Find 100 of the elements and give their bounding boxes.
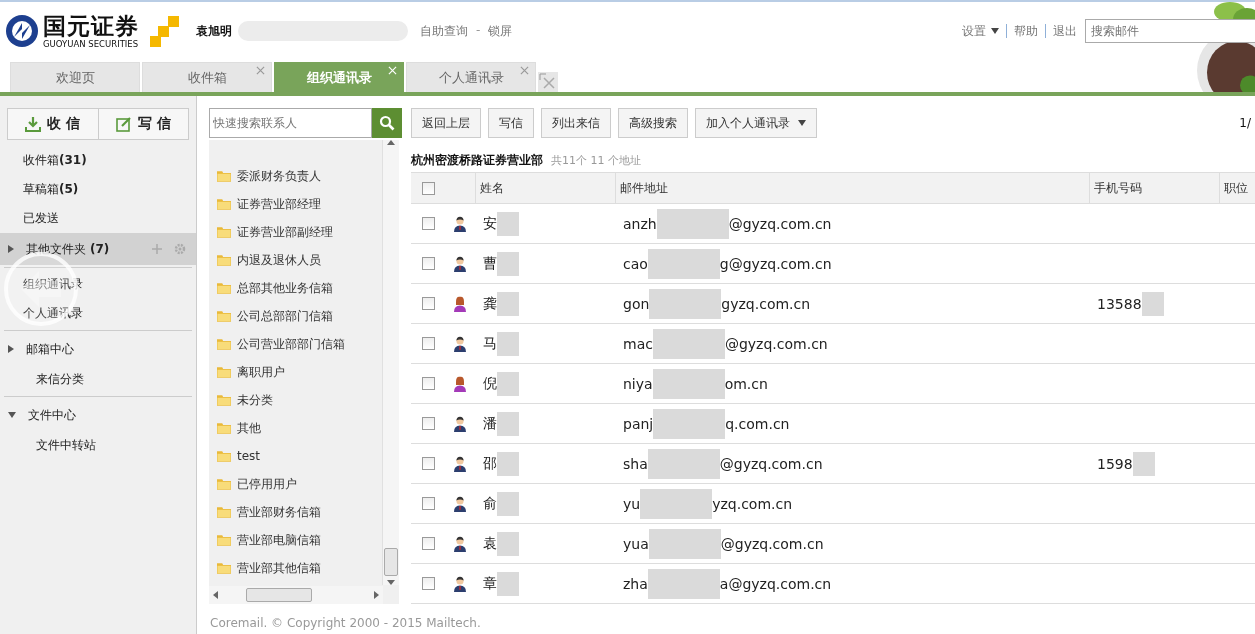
user-name: 袁旭明	[196, 22, 232, 40]
row-checkbox[interactable]	[421, 297, 435, 310]
tree-item[interactable]: 已停用用户	[237, 475, 297, 493]
scroll-left-icon[interactable]	[213, 591, 218, 599]
column-header[interactable]: 邮件地址	[615, 173, 1089, 203]
page-counter: 1/	[1239, 116, 1251, 130]
folder-group[interactable]: 文件中心	[0, 399, 196, 431]
row-checkbox[interactable]	[421, 217, 435, 230]
column-header[interactable]: 职位	[1219, 173, 1255, 203]
contact-name: 俞	[483, 494, 497, 513]
search-field[interactable]: 搜索邮件	[1085, 19, 1255, 43]
toolbar-button[interactable]: 加入个人通讯录	[695, 108, 817, 138]
tree-item[interactable]: 证券营业部副经理	[237, 223, 333, 241]
add-icon[interactable]	[152, 244, 162, 254]
tree-item[interactable]: 内退及退休人员	[237, 251, 321, 269]
email-text: q.com.cn	[725, 415, 790, 432]
tree-item[interactable]: 未分类	[237, 391, 273, 409]
row-checkbox[interactable]	[421, 457, 435, 470]
toolbar-button[interactable]: 列出来信	[541, 108, 611, 138]
tree-item[interactable]: 委派财务负责人	[237, 167, 321, 185]
search-button[interactable]	[372, 108, 402, 138]
folder-icon	[217, 450, 231, 462]
caret-icon	[991, 28, 999, 34]
tree-item[interactable]: 离职用户	[237, 363, 285, 381]
folder-icon	[217, 478, 231, 490]
sidebar-item[interactable]: 来信分类	[0, 365, 196, 394]
scroll-down-icon[interactable]	[387, 580, 395, 585]
download-icon	[25, 116, 42, 132]
sidebar-item[interactable]: 个人通讯录	[0, 299, 196, 328]
contact-name: 马	[483, 334, 497, 353]
row-checkbox[interactable]	[421, 537, 435, 550]
redaction-block	[497, 531, 519, 556]
tree-item[interactable]: 营业部电脑信箱	[237, 531, 321, 549]
tree-item[interactable]: 其他	[237, 419, 261, 437]
header-link[interactable]: 锁屏	[488, 22, 513, 40]
redaction-block	[497, 251, 519, 276]
sidebar-item[interactable]: 已发送	[0, 204, 196, 233]
sidebar-item[interactable]: 收件箱(31)	[0, 146, 196, 175]
email-text: yzq.com.cn	[712, 495, 793, 512]
redaction-block	[1132, 451, 1155, 476]
email-text: g@gyzq.com.cn	[719, 255, 832, 272]
row-checkbox[interactable]	[421, 417, 435, 430]
folder-icon	[217, 562, 231, 574]
folder-icon	[217, 366, 231, 378]
header-link[interactable]: 帮助	[1014, 22, 1038, 40]
scroll-up-icon[interactable]	[387, 140, 395, 145]
row-checkbox[interactable]	[421, 577, 435, 590]
toolbar-button[interactable]: 高级搜索	[618, 108, 688, 138]
row-checkbox[interactable]	[421, 497, 435, 510]
tree-item[interactable]: 总部其他业务信箱	[237, 279, 333, 297]
tree-item[interactable]: 公司总部部门信箱	[237, 307, 333, 325]
contact-name: 潘	[483, 414, 497, 433]
toolbar-button[interactable]: 返回上层	[411, 108, 481, 138]
logo-subtitle: GUOYUAN SECURITIES	[43, 39, 139, 49]
close-all-icon[interactable]	[538, 72, 558, 92]
separator-text: -	[476, 22, 481, 39]
close-icon[interactable]	[520, 66, 529, 75]
folder-icon	[217, 282, 231, 294]
sidebar-item[interactable]: 草稿箱(5)	[0, 175, 196, 204]
tab[interactable]: 个人通讯录	[406, 62, 536, 92]
email-text: @gyzq.com.cn	[724, 335, 828, 352]
row-checkbox[interactable]	[421, 257, 435, 270]
phone-number: 1598	[1097, 455, 1133, 472]
contact-name: 龚	[483, 294, 497, 313]
close-icon[interactable]	[256, 66, 265, 75]
header-link[interactable]: 自助查询	[420, 22, 468, 40]
tree-item[interactable]: test	[237, 449, 261, 463]
group-title: 杭州密渡桥路证券营业部	[411, 151, 543, 169]
sidebar-item[interactable]: 文件中转站	[0, 431, 196, 460]
header-link[interactable]: 退出	[1053, 22, 1077, 40]
tree-item[interactable]: 证券营业部经理	[237, 195, 321, 213]
tab[interactable]: 欢迎页	[10, 62, 140, 92]
email-text: gyzq.com.cn	[721, 295, 811, 312]
folder-icon	[217, 226, 231, 238]
folder-group[interactable]: 其他文件夹 (7)	[0, 233, 196, 265]
tree-item[interactable]: 公司营业部部门信箱	[237, 335, 345, 353]
row-checkbox[interactable]	[421, 377, 435, 390]
tab[interactable]: 收件箱	[142, 62, 272, 92]
contact-name: 章	[483, 574, 497, 593]
scroll-right-icon[interactable]	[374, 591, 379, 599]
scroll-thumb[interactable]	[384, 548, 398, 576]
tree-item[interactable]: 营业部其他信箱	[237, 559, 321, 577]
sidebar-item[interactable]: 组织通讯录	[0, 270, 196, 299]
redaction-block	[497, 571, 519, 596]
column-header[interactable]: 姓名	[475, 173, 615, 203]
header-link[interactable]: 设置	[962, 22, 999, 40]
scroll-thumb[interactable]	[246, 588, 312, 602]
tree-item[interactable]: 营业部财务信箱	[237, 503, 321, 521]
email-text: zha	[623, 575, 648, 592]
horizontal-scrollbar[interactable]	[209, 586, 383, 604]
row-checkbox[interactable]	[421, 337, 435, 350]
settings-icon[interactable]	[174, 243, 186, 255]
folder-group[interactable]: 邮箱中心	[0, 333, 196, 365]
vertical-scrollbar[interactable]	[382, 140, 399, 585]
column-header[interactable]: 手机号码	[1089, 173, 1219, 203]
email-text: panj	[623, 415, 654, 432]
compose-icon	[115, 116, 132, 132]
toolbar-button[interactable]: 写信	[488, 108, 534, 138]
contact-search-field[interactable]: 快速搜索联系人	[209, 108, 372, 138]
select-all-checkbox[interactable]	[421, 181, 435, 195]
